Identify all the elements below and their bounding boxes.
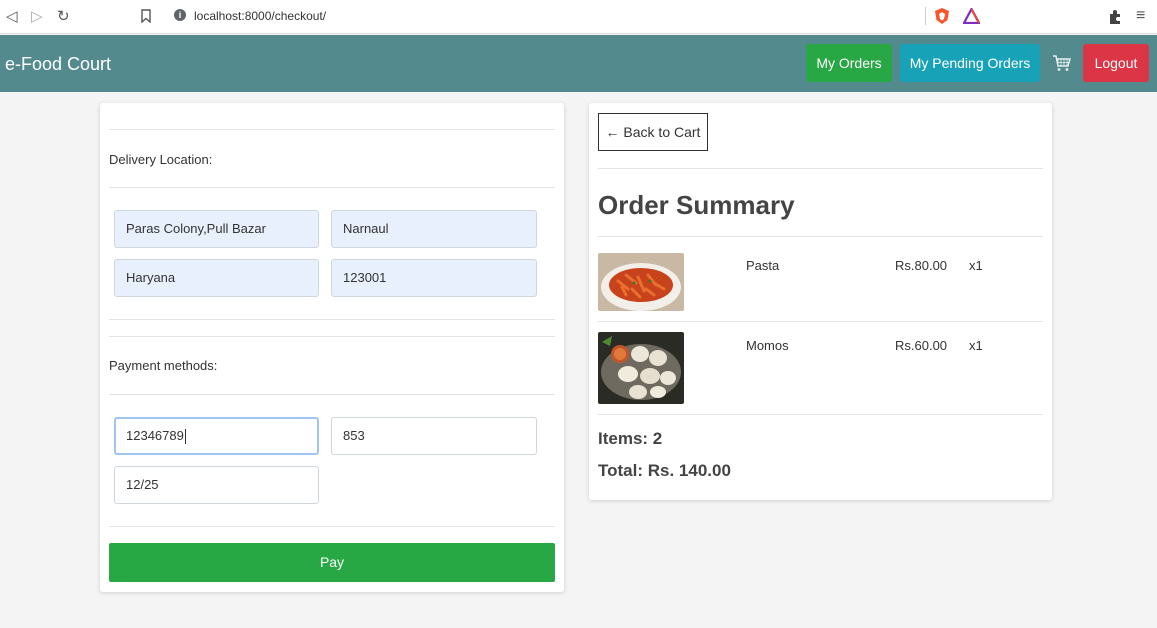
cart-icon[interactable]	[1052, 53, 1072, 73]
divider	[598, 321, 1043, 322]
divider	[109, 526, 555, 527]
extensions-puzzle-icon[interactable]	[1107, 9, 1123, 25]
expiry-input[interactable]: 12/25	[114, 466, 319, 504]
my-orders-button[interactable]: My Orders	[806, 44, 892, 82]
state-input[interactable]: Haryana	[114, 259, 319, 297]
pasta-image	[598, 253, 684, 311]
item-name: Pasta	[746, 258, 780, 273]
reload-icon[interactable]: ↻	[57, 7, 70, 27]
item-price: Rs.80.00	[895, 258, 948, 273]
order-summary-card: ← Back to Cart Order Summary Pasta Rs.80…	[589, 103, 1052, 500]
address-input[interactable]: Paras Colony,Pull Bazar	[114, 210, 319, 248]
divider	[109, 319, 555, 320]
divider	[109, 129, 555, 130]
delivery-location-label: Delivery Location:	[109, 152, 213, 167]
order-total: Total: Rs. 140.00	[598, 461, 731, 480]
navbar: e-Food Court My Orders My Pending Orders…	[0, 35, 1157, 92]
checkout-form-card: Delivery Location: Paras Colony,Pull Baz…	[100, 103, 564, 592]
cvv-input[interactable]: 853	[331, 417, 537, 455]
toolbar-separator	[925, 7, 926, 25]
bookmark-icon[interactable]	[141, 9, 151, 23]
city-input[interactable]: Narnaul	[331, 210, 537, 248]
divider	[598, 168, 1043, 169]
menu-icon[interactable]: ≡	[1136, 6, 1145, 26]
my-pending-orders-button[interactable]: My Pending Orders	[900, 44, 1040, 82]
items-count: Items: 2	[598, 429, 663, 448]
back-to-cart-button[interactable]: ← Back to Cart	[598, 113, 708, 151]
divider	[598, 236, 1043, 237]
browser-toolbar: ◁ ▷ ↻ i localhost:8000/checkout/ ≡	[0, 0, 1157, 34]
pay-button[interactable]: Pay	[109, 543, 555, 582]
item-qty: x1	[969, 258, 983, 273]
brave-rewards-icon[interactable]	[963, 8, 980, 24]
card-number-value: 12346789	[126, 428, 184, 443]
momos-image	[598, 332, 684, 404]
payment-methods-label: Payment methods:	[109, 358, 218, 373]
divider	[109, 336, 555, 337]
zip-input[interactable]: 123001	[331, 259, 537, 297]
text-caret	[184, 429, 186, 445]
card-number-input[interactable]: 12346789	[114, 417, 319, 455]
divider	[109, 187, 555, 188]
divider	[598, 414, 1043, 415]
back-arrow-icon[interactable]: ◁	[6, 7, 18, 27]
brand-logo[interactable]: e-Food Court	[5, 53, 111, 75]
divider	[109, 394, 555, 395]
item-name: Momos	[746, 338, 789, 353]
forward-arrow-icon[interactable]: ▷	[31, 7, 43, 27]
brave-shield-icon[interactable]	[934, 7, 950, 25]
logout-button[interactable]: Logout	[1083, 44, 1149, 82]
item-price: Rs.60.00	[895, 338, 948, 353]
address-bar[interactable]: localhost:8000/checkout/	[194, 6, 326, 26]
order-summary-title: Order Summary	[598, 190, 795, 220]
item-qty: x1	[969, 338, 983, 353]
site-info-icon[interactable]: i	[174, 9, 186, 21]
